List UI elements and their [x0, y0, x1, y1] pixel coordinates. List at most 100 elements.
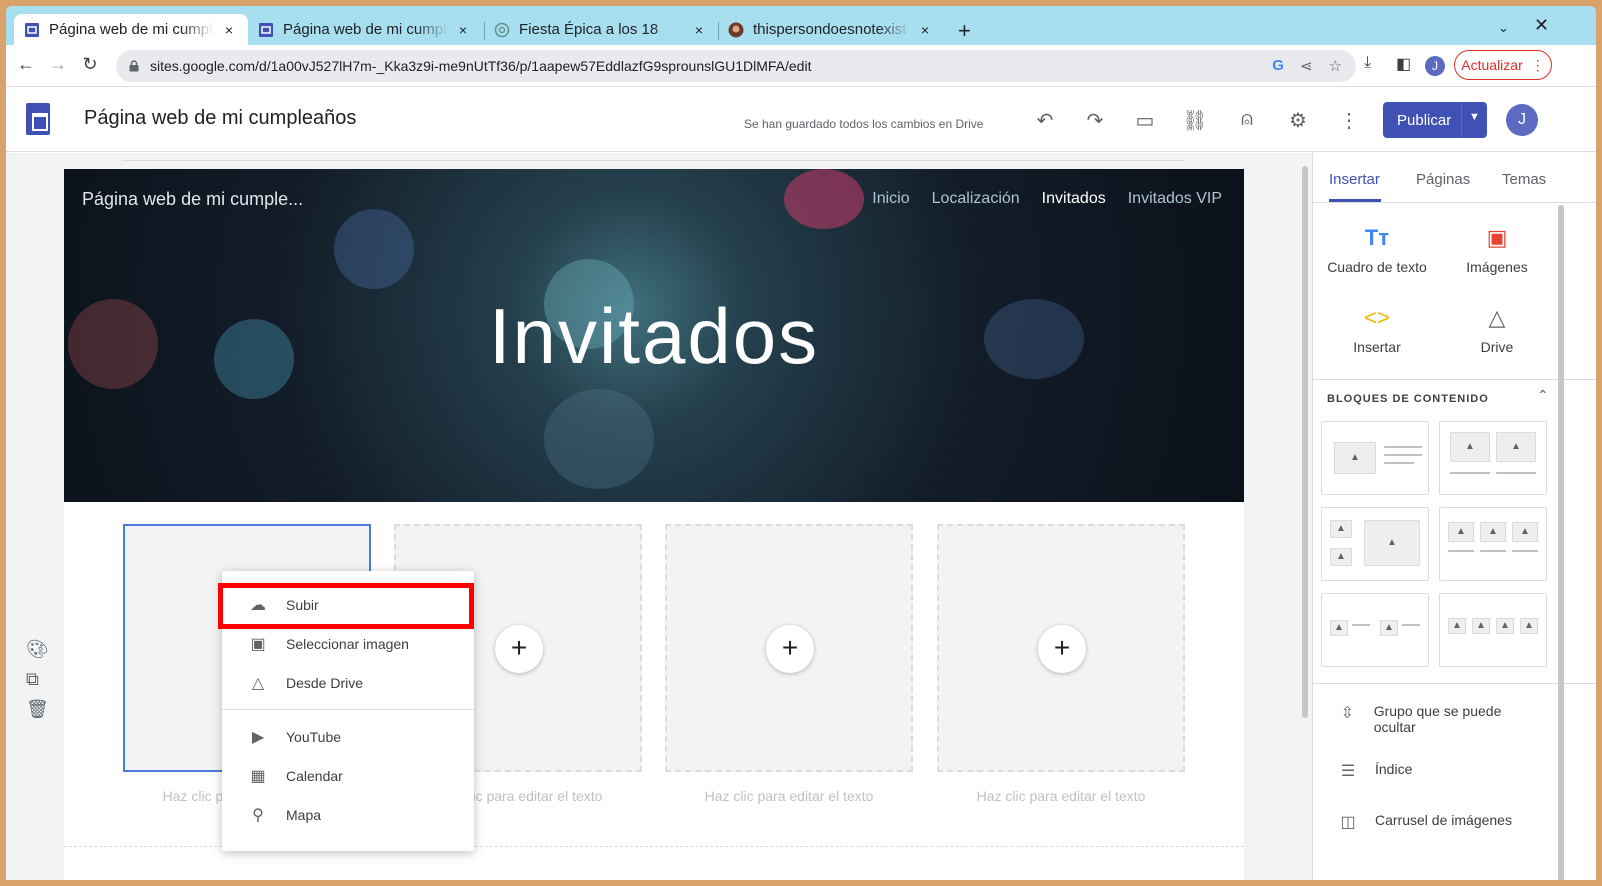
preview-devices-icon[interactable]: ▭	[1132, 108, 1158, 133]
content-block-mixed-images[interactable]	[1321, 507, 1429, 581]
insert-image-carousel[interactable]: ◫ Carrusel de imágenes	[1337, 812, 1512, 832]
insert-item-label: Drive	[1480, 339, 1514, 355]
insert-images[interactable]: ▣ Imágenes	[1437, 225, 1557, 275]
window-close-icon[interactable]: ✕	[1534, 15, 1549, 36]
hero-banner[interactable]: Página web de mi cumple... Inicio Locali…	[64, 169, 1244, 502]
placeholder-caption[interactable]: Haz clic para editar el texto	[665, 788, 913, 804]
delete-section-icon[interactable]: 🗑︎	[26, 699, 49, 720]
text-line	[1512, 550, 1538, 552]
panel-scrollbar[interactable]	[1558, 205, 1564, 880]
image-placeholder-icon	[1480, 522, 1506, 542]
tab-close-icon[interactable]: ×	[690, 22, 708, 38]
insert-collapsible-group[interactable]: ⇳ Grupo que se puede ocultar	[1337, 703, 1537, 735]
menu-item-youtube[interactable]: ▶ YouTube	[222, 718, 474, 756]
tab-insertar[interactable]: Insertar	[1329, 171, 1380, 188]
undo-icon[interactable]: ↶	[1032, 108, 1058, 133]
new-tab-button[interactable]: +	[958, 18, 971, 44]
menu-item-map[interactable]: ⚲ Mapa	[222, 796, 474, 834]
update-button[interactable]: Actualizar ⋮	[1454, 50, 1552, 80]
placeholder-caption[interactable]: Haz clic para editar el texto	[937, 788, 1185, 804]
image-placeholder-icon	[1330, 620, 1348, 636]
forward-arrow-icon[interactable]: →	[46, 54, 70, 75]
site-name[interactable]: Página web de mi cumple...	[82, 189, 303, 210]
content-block-image-rows[interactable]	[1321, 593, 1429, 667]
content-block-four-columns[interactable]	[1439, 593, 1547, 667]
menu-item-label: Mapa	[286, 807, 322, 823]
publish-button[interactable]: Publicar ▼	[1383, 102, 1487, 138]
menu-item-select-image[interactable]: ▣ Seleccionar imagen	[222, 625, 474, 663]
menu-item-from-drive[interactable]: △ Desde Drive	[222, 664, 474, 702]
tab-2[interactable]: Página web de mi cumpleaños ×	[248, 14, 482, 45]
profile-avatar[interactable]: J	[1425, 56, 1445, 76]
publish-divider	[1461, 102, 1462, 138]
tab-paginas[interactable]: Páginas	[1416, 171, 1470, 188]
menu-item-calendar[interactable]: ▦ Calendar	[222, 757, 474, 795]
share-icon[interactable]: ⋖	[1300, 57, 1313, 75]
copy-link-icon[interactable]: ⛓	[1182, 108, 1208, 133]
address-bar[interactable]: sites.google.com/d/1a00vJ527lH7m-_Kka3z9…	[116, 50, 1356, 82]
nav-link-inicio[interactable]: Inicio	[872, 190, 909, 208]
list-item-label: Índice	[1375, 761, 1413, 777]
youtube-icon: ▶	[251, 729, 265, 746]
more-options-icon[interactable]: ⋮	[1336, 108, 1362, 133]
tab-3[interactable]: Fiesta Épica a los 18 ×	[484, 14, 718, 45]
image-icon: ▣	[1486, 225, 1508, 250]
image-placeholder-icon	[1448, 522, 1474, 542]
tab-close-icon[interactable]: ×	[916, 22, 934, 38]
nav-link-invitados-vip[interactable]: Invitados VIP	[1128, 190, 1222, 208]
insert-drive[interactable]: △ Drive	[1437, 305, 1557, 355]
add-image-button[interactable]: +	[495, 625, 543, 673]
content-block-three-columns[interactable]	[1439, 507, 1547, 581]
tab-close-icon[interactable]: ×	[454, 22, 472, 38]
download-icon[interactable]: ⤓	[1364, 54, 1371, 72]
tab-1[interactable]: Página web de mi cumpleaños ×	[14, 14, 248, 45]
content-block-image-text[interactable]	[1321, 421, 1429, 495]
tab-title: thispersondoesnotexist.com	[753, 21, 910, 38]
tab-close-icon[interactable]: ×	[220, 22, 238, 38]
bokeh-decoration	[334, 209, 414, 289]
nav-link-localizacion[interactable]: Localización	[932, 190, 1020, 208]
share-with-others-icon[interactable]: ⍝	[1234, 108, 1260, 131]
duplicate-section-icon[interactable]: ⧉	[26, 669, 39, 690]
settings-gear-icon[interactable]: ⚙	[1285, 108, 1311, 133]
tab-search-chevron-icon[interactable]: ⌄	[1498, 20, 1509, 36]
canvas-scrollbar[interactable]	[1302, 166, 1308, 718]
publish-dropdown-icon[interactable]: ▼	[1469, 111, 1480, 123]
add-image-button[interactable]: +	[766, 625, 814, 673]
content-block-two-images[interactable]	[1439, 421, 1547, 495]
tab-title: Fiesta Épica a los 18	[519, 21, 659, 38]
url-text: sites.google.com/d/1a00vJ527lH7m-_Kka3z9…	[150, 58, 812, 74]
image-placeholder-4[interactable]: +	[937, 524, 1185, 772]
google-icon[interactable]: G	[1272, 57, 1284, 75]
page-title[interactable]: Invitados	[64, 291, 1244, 382]
tab-temas[interactable]: Temas	[1502, 171, 1546, 188]
image-insert-menu: ☁ Subir ▣ Seleccionar imagen △ Desde Dri…	[218, 571, 474, 851]
insert-embed[interactable]: <> Insertar	[1317, 305, 1437, 355]
text-line	[1402, 624, 1420, 626]
insert-text-box[interactable]: Tт Cuadro de texto	[1317, 225, 1437, 275]
google-sites-logo-icon[interactable]	[26, 103, 50, 135]
browser-window: Página web de mi cumpleaños × Página web…	[6, 6, 1596, 880]
bookmark-star-icon[interactable]: ☆	[1329, 57, 1342, 75]
nav-link-invitados[interactable]: Invitados	[1042, 190, 1106, 208]
sites-favicon-icon	[259, 22, 273, 37]
text-line	[1450, 472, 1490, 474]
chevron-up-icon[interactable]: ⌃	[1537, 387, 1549, 404]
redo-icon[interactable]: ↷	[1082, 108, 1108, 133]
reload-icon[interactable]: ↻	[78, 54, 102, 75]
account-avatar[interactable]: J	[1506, 104, 1538, 136]
site-document-title[interactable]: Página web de mi cumpleaños	[84, 107, 356, 130]
side-panel-icon[interactable]: ◧	[1396, 54, 1411, 74]
image-placeholder-icon	[1330, 520, 1352, 538]
content-blocks-title: BLOQUES DE CONTENIDO	[1327, 393, 1489, 405]
chatgpt-favicon-icon	[494, 22, 510, 37]
highlight-box	[218, 583, 474, 629]
tab-4[interactable]: thispersondoesnotexist.com ×	[718, 14, 944, 45]
image-placeholder-3[interactable]: +	[665, 524, 913, 772]
back-arrow-icon[interactable]: ←	[14, 54, 38, 75]
image-placeholder-icon	[1330, 548, 1352, 566]
menu-item-label: YouTube	[286, 729, 342, 745]
insert-table-of-contents[interactable]: ☰ Índice	[1337, 761, 1413, 781]
add-image-button[interactable]: +	[1038, 625, 1086, 673]
palette-icon[interactable]: 🎨︎	[26, 639, 49, 660]
